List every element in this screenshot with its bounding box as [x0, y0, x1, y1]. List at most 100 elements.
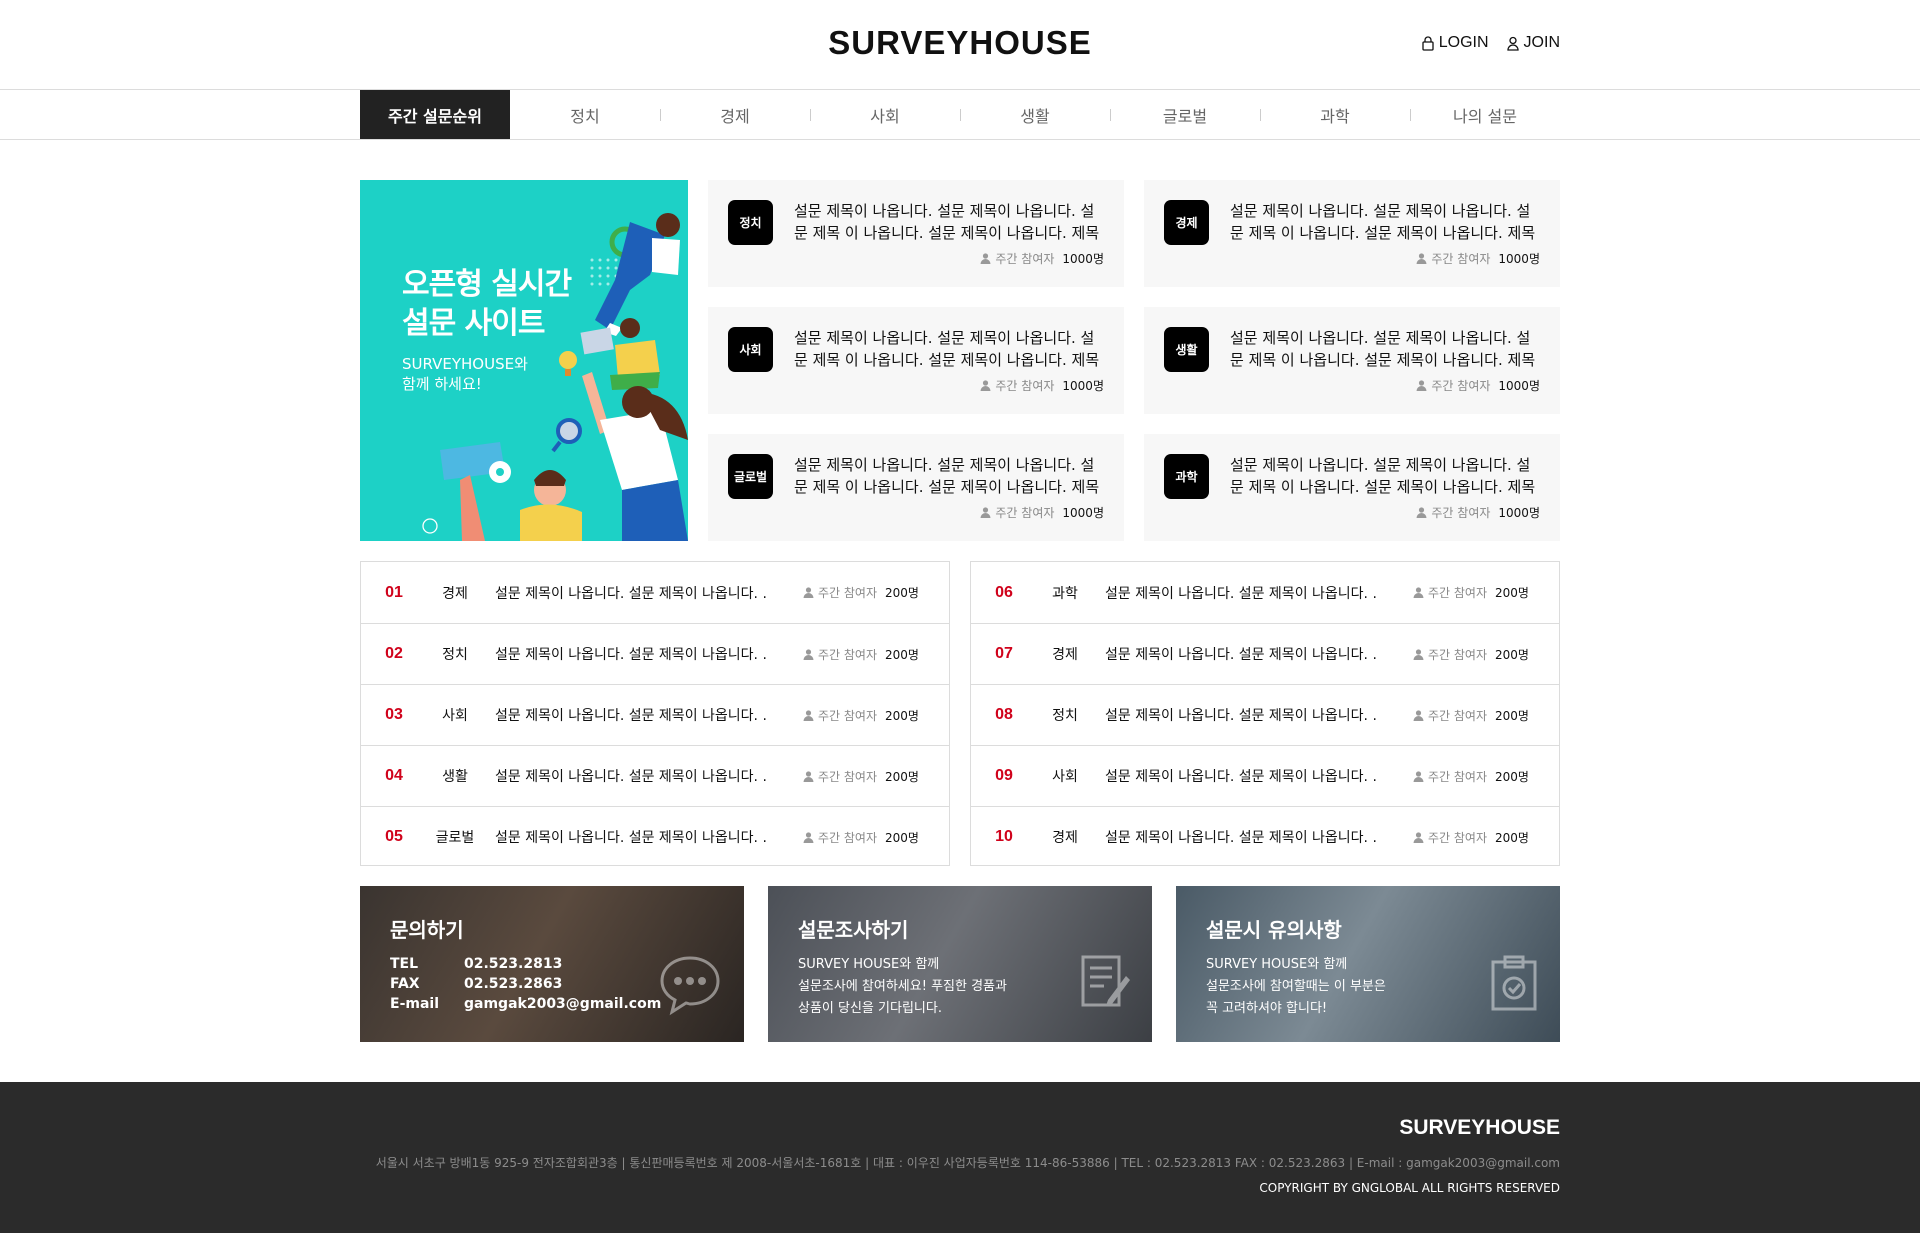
survey-card[interactable]: 경제 설문 제목이 나옵니다. 설문 제목이 나옵니다. 설문 제목 이 나옵니…	[1144, 180, 1560, 287]
ranking-row[interactable]: 08 정치 설문 제목이 나옵니다. 설문 제목이 나옵니다. . 주간 참여자…	[971, 684, 1559, 745]
participant-count: 1000명	[1062, 252, 1104, 266]
survey-title[interactable]: 설문 제목이 나옵니다. 설문 제목이 나옵니다. 설문 제목 이 나옵니다. …	[794, 454, 1104, 498]
rank-title[interactable]: 설문 제목이 나옵니다. 설문 제목이 나옵니다. .	[495, 766, 785, 786]
rank-category: 글로벌	[435, 830, 475, 846]
notice-box[interactable]: 설문시 유의사항 SURVEY HOUSE와 함께 설문조사에 참여할때는 이 …	[1176, 886, 1560, 1042]
survey-title[interactable]: 설문 제목이 나옵니다. 설문 제목이 나옵니다. 설문 제목 이 나옵니다. …	[1230, 327, 1540, 371]
participant-count: 1000명	[1498, 379, 1540, 393]
survey-title[interactable]: 설문 제목이 나옵니다. 설문 제목이 나옵니다. 설문 제목 이 나옵니다. …	[794, 200, 1104, 244]
survey-card[interactable]: 생활 설문 제목이 나옵니다. 설문 제목이 나옵니다. 설문 제목 이 나옵니…	[1144, 307, 1560, 414]
participant-label: 주간 참여자	[1428, 586, 1488, 600]
participant-count: 200명	[885, 769, 919, 784]
rank-title[interactable]: 설문 제목이 나옵니다. 설문 제목이 나옵니다. .	[1105, 583, 1395, 603]
ranking-row[interactable]: 03 사회 설문 제목이 나옵니다. 설문 제목이 나옵니다. . 주간 참여자…	[361, 684, 949, 745]
participant-meta: 주간 참여자 200명	[1413, 768, 1529, 785]
survey-title[interactable]: 설문 제목이 나옵니다. 설문 제목이 나옵니다. 설문 제목 이 나옵니다. …	[794, 327, 1104, 371]
rank-number: 02	[385, 645, 403, 662]
participant-label: 주간 참여자	[1431, 252, 1491, 266]
ranking-row[interactable]: 02 정치 설문 제목이 나옵니다. 설문 제목이 나옵니다. . 주간 참여자…	[361, 623, 949, 684]
ranking-row[interactable]: 10 경제 설문 제목이 나옵니다. 설문 제목이 나옵니다. . 주간 참여자…	[971, 806, 1559, 867]
notice-box-text: SURVEY HOUSE와 함께 설문조사에 참여할때는 이 부분은 꼭 고려하…	[1206, 954, 1386, 1020]
survey-card[interactable]: 글로벌 설문 제목이 나옵니다. 설문 제목이 나옵니다. 설문 제목 이 나옵…	[708, 434, 1124, 541]
rank-title[interactable]: 설문 제목이 나옵니다. 설문 제목이 나옵니다. .	[1105, 644, 1395, 664]
participant-label: 주간 참여자	[995, 252, 1055, 266]
rank-number: 06	[995, 583, 1013, 601]
ranking-row[interactable]: 01 경제 설문 제목이 나옵니다. 설문 제목이 나옵니다. . 주간 참여자…	[361, 562, 949, 623]
participant-count: 1000명	[1062, 506, 1104, 520]
ranking-row[interactable]: 04 생활 설문 제목이 나옵니다. 설문 제목이 나옵니다. . 주간 참여자…	[361, 745, 949, 806]
nav-life[interactable]: 생활	[960, 90, 1110, 139]
participant-count: 200명	[885, 647, 919, 662]
banner-sub-line1: SURVEYHOUSE와	[402, 355, 528, 373]
nav-politics[interactable]: 정치	[510, 90, 660, 139]
participant-meta: 주간 참여자 1000명	[980, 504, 1104, 521]
person-icon	[803, 709, 814, 721]
person-icon	[980, 380, 991, 391]
category-badge: 정치	[728, 200, 773, 245]
rank-title[interactable]: 설문 제목이 나옵니다. 설문 제목이 나옵니다. .	[495, 827, 785, 847]
rank-title[interactable]: 설문 제목이 나옵니다. 설문 제목이 나옵니다. .	[1105, 827, 1395, 847]
footer-copyright: COPYRIGHT BY GNGLOBAL ALL RIGHTS RESERVE…	[1259, 1181, 1560, 1195]
survey-box-line3: 상품이 당신을 기다립니다.	[798, 1001, 942, 1016]
tel-row: TEL 02.523.2813	[390, 954, 661, 974]
survey-box-line2: 설문조사에 참여하세요! 푸짐한 경품과	[798, 979, 1007, 994]
person-icon	[803, 831, 814, 843]
lock-icon	[1422, 35, 1434, 51]
participant-meta: 주간 참여자 1000명	[1416, 504, 1540, 521]
survey-box[interactable]: 설문조사하기 SURVEY HOUSE와 함께 설문조사에 참여하세요! 푸짐한…	[768, 886, 1152, 1042]
participant-label: 주간 참여자	[818, 830, 878, 845]
participant-meta: 주간 참여자 200명	[1413, 707, 1529, 724]
rank-title[interactable]: 설문 제목이 나옵니다. 설문 제목이 나옵니다. .	[1105, 766, 1395, 786]
survey-card[interactable]: 사회 설문 제목이 나옵니다. 설문 제목이 나옵니다. 설문 제목 이 나옵니…	[708, 307, 1124, 414]
rank-number: 09	[995, 767, 1013, 784]
rank-category: 경제	[1052, 830, 1078, 846]
person-icon	[1416, 507, 1427, 518]
rank-title[interactable]: 설문 제목이 나옵니다. 설문 제목이 나옵니다. .	[1105, 705, 1395, 725]
survey-box-line1: SURVEY HOUSE와 함께	[798, 957, 940, 972]
person-icon	[1413, 831, 1424, 843]
participant-meta: 주간 참여자 1000명	[1416, 377, 1540, 394]
tel-value[interactable]: 02.523.2813	[464, 954, 562, 974]
ranking-row[interactable]: 05 글로벌 설문 제목이 나옵니다. 설문 제목이 나옵니다. . 주간 참여…	[361, 806, 949, 867]
rank-title[interactable]: 설문 제목이 나옵니다. 설문 제목이 나옵니다. .	[495, 705, 785, 725]
rank-title[interactable]: 설문 제목이 나옵니다. 설문 제목이 나옵니다. .	[495, 644, 785, 664]
nav-global[interactable]: 글로벌	[1110, 90, 1260, 139]
survey-title[interactable]: 설문 제목이 나옵니다. 설문 제목이 나옵니다. 설문 제목 이 나옵니다. …	[1230, 454, 1540, 498]
ranking-list-left: 01 경제 설문 제목이 나옵니다. 설문 제목이 나옵니다. . 주간 참여자…	[360, 561, 950, 866]
ranking-row[interactable]: 07 경제 설문 제목이 나옵니다. 설문 제목이 나옵니다. . 주간 참여자…	[971, 623, 1559, 684]
contact-box: 문의하기 TEL 02.523.2813 FAX 02.523.2863 E-m…	[360, 886, 744, 1042]
rank-category: 생활	[442, 769, 468, 785]
ranking-row[interactable]: 09 사회 설문 제목이 나옵니다. 설문 제목이 나옵니다. . 주간 참여자…	[971, 745, 1559, 806]
nav-science[interactable]: 과학	[1260, 90, 1410, 139]
site-logo[interactable]: SURVEYHOUSE	[0, 24, 1920, 62]
participant-label: 주간 참여자	[1431, 506, 1491, 520]
category-badge: 과학	[1164, 454, 1209, 499]
hero-banner[interactable]: 오픈형 실시간 설문 사이트 SURVEYHOUSE와 함께 하세요!	[360, 180, 688, 541]
survey-card[interactable]: 과학 설문 제목이 나옵니다. 설문 제목이 나옵니다. 설문 제목 이 나옵니…	[1144, 434, 1560, 541]
fax-label: FAX	[390, 976, 420, 992]
rank-category: 과학	[1052, 585, 1078, 602]
participant-count: 200명	[885, 830, 919, 845]
rank-number: 01	[385, 583, 403, 601]
nav-society[interactable]: 사회	[810, 90, 960, 139]
nav-weekly-ranking[interactable]: 주간 설문순위	[360, 90, 510, 139]
participant-label: 주간 참여자	[1431, 379, 1491, 393]
account-links: LOGIN JOIN	[1422, 34, 1560, 52]
person-icon	[1413, 770, 1424, 782]
notice-box-title: 설문시 유의사항	[1206, 918, 1342, 942]
survey-card[interactable]: 정치 설문 제목이 나옵니다. 설문 제목이 나옵니다. 설문 제목 이 나옵니…	[708, 180, 1124, 287]
participant-count: 1000명	[1062, 379, 1104, 393]
banner-subtitle: SURVEYHOUSE와 함께 하세요!	[402, 354, 528, 394]
nav-economy[interactable]: 경제	[660, 90, 810, 139]
rank-title[interactable]: 설문 제목이 나옵니다. 설문 제목이 나옵니다. .	[495, 583, 785, 603]
email-value[interactable]: gamgak2003@gmail.com	[464, 994, 661, 1014]
nav-my-survey[interactable]: 나의 설문	[1410, 90, 1560, 139]
participant-meta: 주간 참여자 200명	[803, 829, 919, 846]
login-link[interactable]: LOGIN	[1422, 34, 1489, 52]
survey-title[interactable]: 설문 제목이 나옵니다. 설문 제목이 나옵니다. 설문 제목 이 나옵니다. …	[1230, 200, 1540, 244]
participant-count: 200명	[1495, 647, 1529, 662]
participant-label: 주간 참여자	[1428, 769, 1488, 784]
join-link[interactable]: JOIN	[1506, 34, 1560, 52]
participant-meta: 주간 참여자 1000명	[980, 250, 1104, 267]
ranking-row[interactable]: 06 과학 설문 제목이 나옵니다. 설문 제목이 나옵니다. . 주간 참여자…	[971, 562, 1559, 623]
